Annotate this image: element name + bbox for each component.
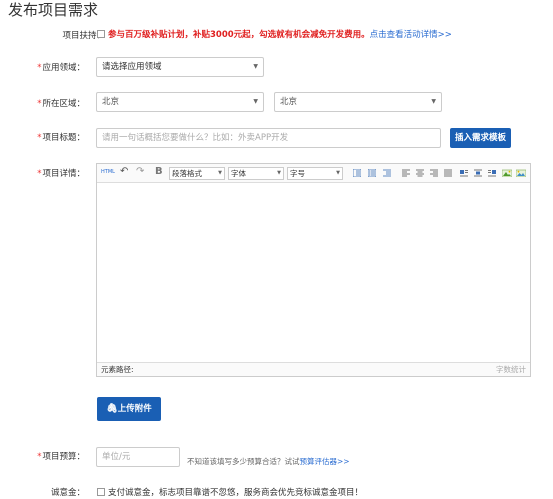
chevron-down-icon: ▼ [253, 98, 258, 105]
upload-attachment-label: 上传附件 [117, 404, 152, 414]
budget-hint: 不知道该填写多少预算合适？试试预算评估器>> [187, 456, 350, 467]
align-right-icon[interactable] [430, 169, 438, 177]
align-justify-icon[interactable] [444, 169, 452, 177]
province-select[interactable]: 北京 ▼ [96, 92, 264, 112]
html-source-button[interactable]: HTML [101, 169, 115, 175]
support-detail-link[interactable]: 点击查看活动详情>> [370, 30, 452, 40]
budget-evaluator-link[interactable]: 预算评估器>> [300, 457, 350, 466]
deposit-checkbox[interactable] [97, 488, 105, 496]
budget-hint-text: 不知道该填写多少预算合适？试试 [187, 457, 300, 466]
element-path: 元素路径: [101, 365, 134, 374]
chevron-down-icon: ▼ [218, 170, 222, 176]
chevron-down-icon: ▼ [253, 63, 258, 70]
font-value: 字体 [231, 169, 246, 178]
unordered-list-icon[interactable] [368, 169, 376, 177]
font-size-value: 字号 [290, 169, 305, 178]
chevron-down-icon: ▼ [277, 170, 281, 176]
align-center-icon[interactable] [416, 169, 424, 177]
chevron-down-icon: ▼ [431, 98, 436, 105]
title-label: *项目标题： [37, 133, 85, 143]
domain-select-value: 请选择应用领域 [102, 62, 162, 72]
paragraph-format-select[interactable]: 段落格式 ▼ [169, 167, 225, 180]
budget-input[interactable]: 单位/元 [96, 447, 180, 467]
support-row: 参与百万级补贴计划，补贴3000元起，勾选就有机会减免开发费用。点击查看活动详情… [97, 28, 452, 40]
support-checkbox[interactable] [97, 30, 105, 38]
redo-icon[interactable]: ↷ [136, 166, 144, 177]
detail-label: *项目详情： [37, 169, 85, 179]
image-right-icon[interactable] [488, 169, 496, 177]
deposit-label: 诚意金： [50, 488, 85, 498]
paragraph-format-value: 段落格式 [172, 169, 202, 178]
city-select-value: 北京 [280, 97, 298, 107]
font-size-select[interactable]: 字号 ▼ [287, 167, 343, 180]
editor-footer: 元素路径: 字数统计 [97, 362, 530, 376]
undo-icon[interactable]: ↶ [120, 166, 128, 177]
indent-icon[interactable] [383, 169, 391, 177]
ordered-list-icon[interactable] [353, 169, 361, 177]
province-select-value: 北京 [102, 97, 120, 107]
word-count: 字数统计 [496, 365, 526, 374]
image-center-icon[interactable] [474, 169, 482, 177]
detail-editor[interactable]: HTML ↶ ↷ B 段落格式 ▼ 字体 ▼ 字号 ▼ 元素路径: 字数统计 [96, 163, 531, 377]
region-label: *所在区域： [37, 99, 85, 109]
title-input[interactable]: 请用一句话概括您要做什么？比如：外卖APP开发 [96, 128, 441, 148]
insert-image-icon[interactable] [502, 169, 512, 177]
bold-button[interactable]: B [155, 166, 163, 177]
deposit-text: 支付诚意金，标志项目靠谱不忽悠，服务商会优先竞标诚意金项目！ [108, 488, 364, 498]
image-left-icon[interactable] [460, 169, 468, 177]
insert-multi-image-icon[interactable] [516, 169, 526, 177]
font-select[interactable]: 字体 ▼ [228, 167, 284, 180]
city-select[interactable]: 北京 ▼ [274, 92, 442, 112]
chevron-down-icon: ▼ [336, 170, 340, 176]
domain-label: *应用领域： [37, 63, 85, 73]
paperclip-icon: 🖇 [106, 404, 118, 414]
support-text: 参与百万级补贴计划，补贴3000元起，勾选就有机会减免开发费用。 [108, 30, 370, 40]
support-label: 项目扶持： [62, 31, 105, 41]
page-title: 发布项目需求 [8, 1, 99, 19]
editor-toolbar: HTML ↶ ↷ B 段落格式 ▼ 字体 ▼ 字号 ▼ [97, 164, 530, 183]
upload-attachment-button[interactable]: 🖇上传附件 [97, 397, 161, 421]
budget-label: *项目预算： [37, 452, 85, 462]
insert-template-button[interactable]: 插入需求模板 [450, 128, 511, 148]
domain-select[interactable]: 请选择应用领域 ▼ [96, 57, 264, 77]
deposit-row: 支付诚意金，标志项目靠谱不忽悠，服务商会优先竞标诚意金项目！ [97, 486, 363, 498]
align-left-icon[interactable] [402, 169, 410, 177]
